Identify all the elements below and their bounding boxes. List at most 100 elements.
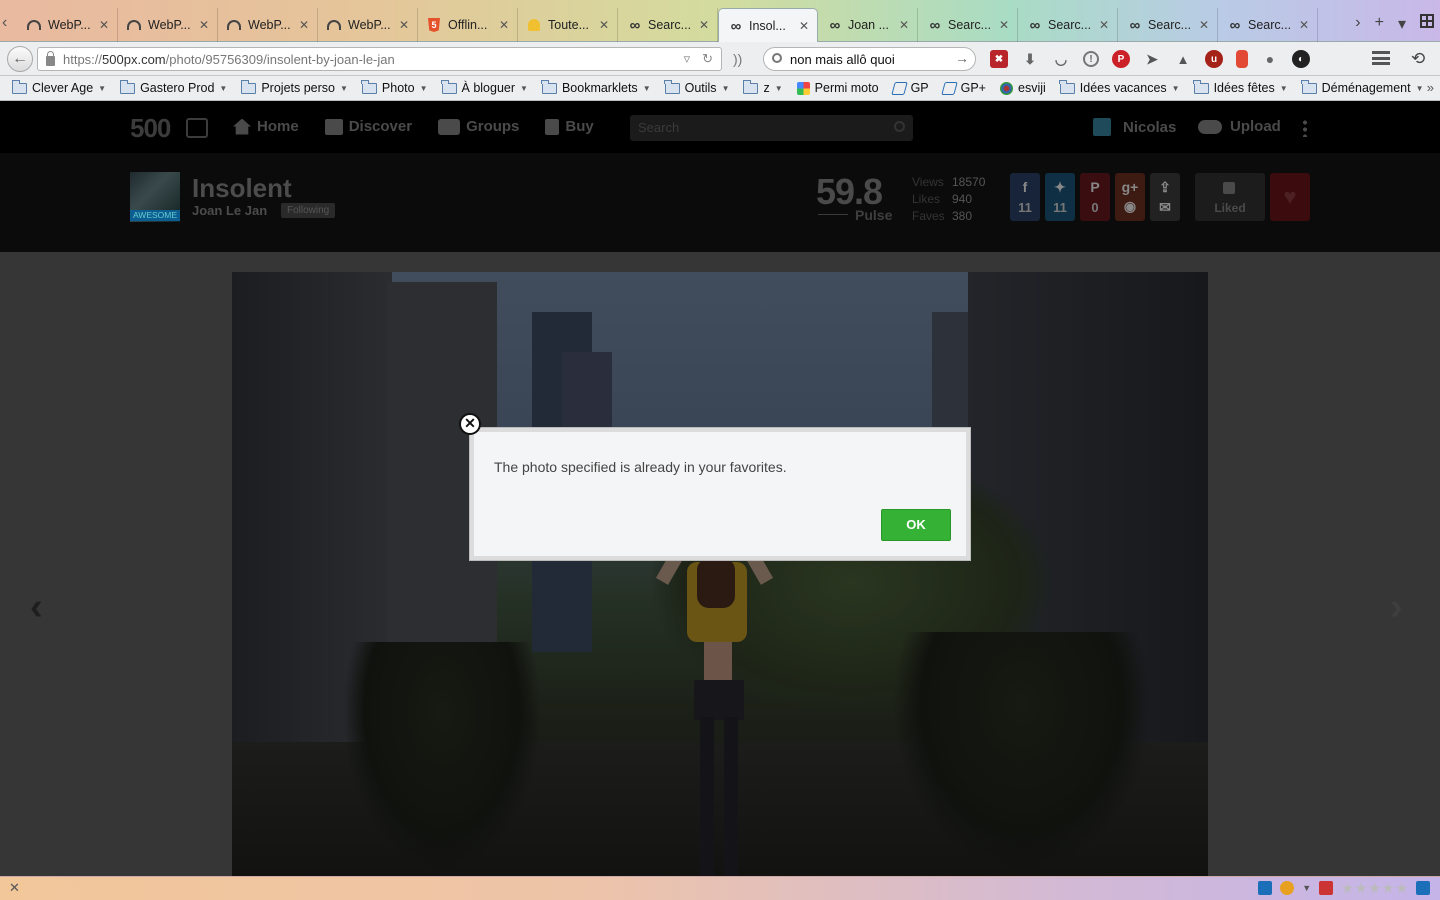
xmarks-sync-icon[interactable] bbox=[1416, 881, 1430, 895]
close-tab-icon[interactable]: ✕ bbox=[799, 19, 809, 33]
xmarks-icon[interactable] bbox=[1258, 881, 1273, 895]
scroll-tabs-left-icon[interactable]: ‹ bbox=[2, 14, 16, 32]
photo-author[interactable]: Joan Le Jan bbox=[192, 203, 267, 218]
browser-tab[interactable]: Toute... ✕ bbox=[518, 8, 618, 42]
twitter-share-button[interactable]: ✦ 11 bbox=[1045, 173, 1075, 221]
bookmark-folder[interactable]: z ▼ bbox=[742, 79, 783, 95]
following-button[interactable]: Following bbox=[281, 203, 336, 218]
bookmark-link[interactable]: GP bbox=[890, 81, 929, 95]
close-tab-icon[interactable]: ✕ bbox=[399, 18, 409, 32]
color-wheel-icon[interactable]: ◐ bbox=[1292, 50, 1310, 68]
info-extension-icon[interactable]: ! bbox=[1083, 51, 1099, 67]
star-icon[interactable]: ★ bbox=[1341, 881, 1354, 895]
previous-photo-icon[interactable]: ‹ bbox=[30, 586, 43, 629]
greasemonkey-icon[interactable] bbox=[1280, 881, 1295, 895]
browser-tab[interactable]: WebP... ✕ bbox=[18, 8, 118, 42]
browser-tab[interactable]: WebP... ✕ bbox=[118, 8, 218, 42]
close-tab-icon[interactable]: ✕ bbox=[1199, 18, 1209, 32]
history-dropdown-icon[interactable]: ▿ bbox=[684, 51, 691, 67]
user-menu[interactable]: Nicolas bbox=[1093, 118, 1176, 136]
star-icon[interactable]: ★ bbox=[1395, 881, 1408, 895]
logo-menu-icon[interactable] bbox=[186, 118, 208, 138]
nav-buy[interactable]: Buy bbox=[545, 118, 594, 135]
nav-home[interactable]: Home bbox=[233, 118, 299, 135]
embed-share-button[interactable]: ⇪ ✉ bbox=[1150, 173, 1180, 221]
close-tab-icon[interactable]: ✕ bbox=[499, 18, 509, 32]
star-rating[interactable]: ★ ★ ★ ★ ★ bbox=[1341, 881, 1408, 895]
tree-extension-icon[interactable]: ▲ bbox=[1174, 50, 1192, 68]
stumbleupon-icon[interactable]: ◉ bbox=[1124, 198, 1136, 215]
star-icon[interactable]: ★ bbox=[1355, 881, 1368, 895]
google-plus-share-button[interactable]: g+ ◉ bbox=[1115, 173, 1145, 221]
download-icon[interactable]: ⬇ bbox=[1021, 50, 1039, 68]
dropdown-caret-icon[interactable]: ▼ bbox=[1302, 883, 1311, 893]
facebook-share-button[interactable]: f 11 bbox=[1010, 173, 1040, 221]
pinterest-share-button[interactable]: P0 bbox=[1080, 173, 1110, 221]
close-addon-bar-icon[interactable]: ✕ bbox=[9, 880, 20, 896]
url-bar[interactable]: https://500px.com/photo/95756309/insolen… bbox=[37, 47, 722, 71]
bookmark-folder[interactable]: Photo ▼ bbox=[361, 79, 428, 95]
close-tab-icon[interactable]: ✕ bbox=[899, 18, 909, 32]
page-rating-icon[interactable] bbox=[1319, 881, 1334, 895]
close-tab-icon[interactable]: ✕ bbox=[1299, 18, 1309, 32]
scroll-tabs-right-icon[interactable]: › bbox=[1355, 14, 1360, 34]
search-go-icon[interactable]: → bbox=[955, 50, 969, 66]
bookmark-link[interactable]: GP+ bbox=[940, 81, 986, 95]
browser-tab[interactable]: WebP... ✕ bbox=[218, 8, 318, 42]
browser-tab-active[interactable]: ∞ Insol... ✕ bbox=[718, 8, 818, 43]
bookmark-folder[interactable]: Idées fêtes ▼ bbox=[1193, 79, 1288, 95]
bookmark-folder[interactable]: Déménagement ▼ bbox=[1301, 79, 1424, 95]
pocket-icon[interactable]: ◡ bbox=[1052, 50, 1070, 68]
nav-groups[interactable]: Groups bbox=[438, 118, 519, 135]
bookmark-folder[interactable]: Projets perso ▼ bbox=[240, 79, 348, 95]
sync-icon[interactable]: ⟲ bbox=[1411, 49, 1425, 69]
back-button[interactable]: ← bbox=[7, 46, 33, 72]
pinterest-icon[interactable]: P bbox=[1112, 50, 1130, 68]
close-tab-icon[interactable]: ✕ bbox=[999, 18, 1009, 32]
email-icon[interactable]: ✉ bbox=[1159, 199, 1171, 216]
more-bookmarks-icon[interactable]: » bbox=[1427, 80, 1434, 95]
browser-tab[interactable]: ∞ Joan ... ✕ bbox=[818, 8, 918, 42]
close-dialog-icon[interactable]: ✕ bbox=[459, 413, 481, 435]
more-options-icon[interactable] bbox=[1303, 119, 1307, 137]
bookmark-extension-icon[interactable]: ✖ bbox=[990, 50, 1008, 68]
browser-tab[interactable]: ∞ Searc... ✕ bbox=[1218, 8, 1318, 42]
close-tab-icon[interactable]: ✕ bbox=[699, 18, 709, 32]
bookmark-folder[interactable]: À bloguer ▼ bbox=[441, 79, 528, 95]
browser-tab[interactable]: ∞ Searc... ✕ bbox=[1118, 8, 1218, 42]
chat-bubble-icon[interactable]: ● bbox=[1261, 50, 1279, 68]
browser-tab[interactable]: ∞ Searc... ✕ bbox=[1018, 8, 1118, 42]
reload-icon[interactable]: ↻ bbox=[702, 51, 713, 67]
browser-tab[interactable]: WebP... ✕ bbox=[318, 8, 418, 42]
close-tab-icon[interactable]: ✕ bbox=[299, 18, 309, 32]
browser-tab[interactable]: ∞ Searc... ✕ bbox=[918, 8, 1018, 42]
bookmark-link[interactable]: esviji bbox=[1000, 81, 1046, 95]
favorite-button[interactable]: ♥ bbox=[1270, 173, 1310, 221]
browser-tab[interactable]: 5 Offlin... ✕ bbox=[418, 8, 518, 42]
site-logo[interactable]: 500 bbox=[130, 113, 171, 144]
close-tab-icon[interactable]: ✕ bbox=[199, 18, 209, 32]
ok-button[interactable]: OK bbox=[881, 509, 951, 541]
bookmark-folder[interactable]: Outils ▼ bbox=[664, 79, 729, 95]
upload-button[interactable]: Upload bbox=[1198, 118, 1281, 135]
send-icon[interactable]: ➤ bbox=[1143, 50, 1161, 68]
next-photo-icon[interactable]: › bbox=[1390, 586, 1403, 629]
close-tab-icon[interactable]: ✕ bbox=[99, 18, 109, 32]
close-tab-icon[interactable]: ✕ bbox=[599, 18, 609, 32]
bookmark-link[interactable]: Permi moto bbox=[796, 81, 879, 95]
bookmark-folder[interactable]: Gastero Prod ▼ bbox=[119, 79, 227, 95]
tab-list-dropdown-icon[interactable]: ▾ bbox=[1398, 14, 1406, 34]
new-tab-icon[interactable]: + bbox=[1375, 14, 1384, 34]
tab-groups-icon[interactable] bbox=[1420, 14, 1434, 28]
bookmark-folder[interactable]: Clever Age ▼ bbox=[11, 79, 106, 95]
ublock-icon[interactable]: u bbox=[1205, 50, 1223, 68]
liked-button[interactable]: Liked bbox=[1195, 173, 1265, 221]
search-bar[interactable]: non mais allô quoi → bbox=[763, 47, 976, 71]
star-icon[interactable]: ★ bbox=[1368, 881, 1381, 895]
battery-extension-icon[interactable] bbox=[1236, 50, 1248, 68]
menu-icon[interactable] bbox=[1372, 51, 1390, 65]
nav-discover[interactable]: Discover bbox=[324, 118, 412, 135]
star-icon[interactable]: ★ bbox=[1382, 881, 1395, 895]
browser-tab[interactable]: ∞ Searc... ✕ bbox=[618, 8, 718, 42]
close-tab-icon[interactable]: ✕ bbox=[1099, 18, 1109, 32]
